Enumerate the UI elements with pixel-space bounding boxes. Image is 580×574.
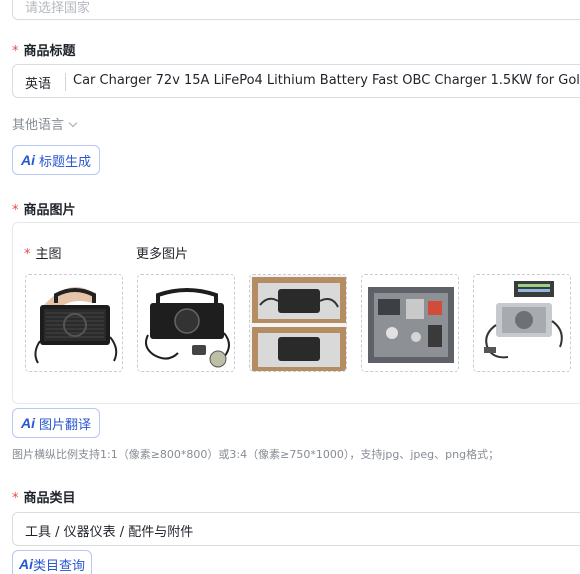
gallery-image-2[interactable] — [249, 274, 347, 372]
charger-photo — [138, 275, 234, 371]
divider — [65, 73, 66, 91]
charger-photo — [250, 275, 346, 371]
main-image-label-text: 主图 — [35, 247, 62, 262]
country-select[interactable]: 请选择国家 — [12, 0, 580, 20]
ai-title-generate-button[interactable]: Ai 标题生成 — [12, 145, 101, 175]
ai-icon: Ai — [21, 415, 35, 431]
ai-icon: Ai — [19, 556, 33, 572]
chevron-down-icon — [68, 118, 78, 128]
title-value[interactable]: Car Charger 72v 15A LiFePo4 Lithium Batt… — [73, 73, 580, 88]
required-mark: * — [12, 44, 19, 59]
ai-category-query-label: 类目查询 — [33, 558, 86, 574]
ai-icon: Ai — [21, 152, 35, 168]
gallery-image-1[interactable] — [137, 274, 235, 372]
required-mark: * — [12, 203, 19, 218]
charger-photo — [362, 275, 458, 371]
category-label-text: 商品类目 — [23, 491, 76, 506]
title-input[interactable]: 英语 Car Charger 72v 15A LiFePo4 Lithium B… — [12, 64, 580, 98]
title-field-label: * 商品标题 — [12, 40, 76, 59]
gallery-image-3[interactable] — [361, 274, 459, 372]
country-placeholder: 请选择国家 — [25, 1, 91, 16]
ai-category-query-button[interactable]: Ai 类目查询 — [12, 550, 93, 574]
required-mark: * — [12, 491, 19, 506]
charger-photo — [26, 275, 122, 371]
category-field-label: * 商品类目 — [12, 487, 76, 506]
title-label-text: 商品标题 — [23, 44, 76, 59]
more-images-label: 更多图片 — [136, 247, 189, 262]
category-value: 工具 / 仪器仪表 / 配件与附件 — [25, 525, 194, 540]
other-languages-label: 其他语言 — [12, 118, 65, 133]
ai-title-generate-label: 标题生成 — [39, 154, 92, 170]
ai-image-translate-button[interactable]: Ai 图片翻译 — [12, 408, 101, 438]
other-languages-toggle[interactable]: 其他语言 — [12, 114, 78, 133]
image-field-label: * 商品图片 — [12, 199, 76, 218]
gallery-image-4[interactable] — [473, 274, 571, 372]
image-format-hint: 图片横纵比例支持1:1（像素≥800*800）或3:4（像素≥750*1000）… — [12, 448, 500, 461]
main-image-label: * 主图 — [24, 243, 62, 262]
required-mark: * — [24, 247, 31, 262]
title-language[interactable]: 英语 — [25, 73, 51, 92]
category-select[interactable]: 工具 / 仪器仪表 / 配件与附件 — [12, 512, 580, 546]
ai-image-translate-label: 图片翻译 — [39, 417, 92, 433]
image-label-text: 商品图片 — [23, 203, 76, 218]
charger-photo — [474, 275, 570, 371]
main-image-thumbnail[interactable] — [25, 274, 123, 372]
